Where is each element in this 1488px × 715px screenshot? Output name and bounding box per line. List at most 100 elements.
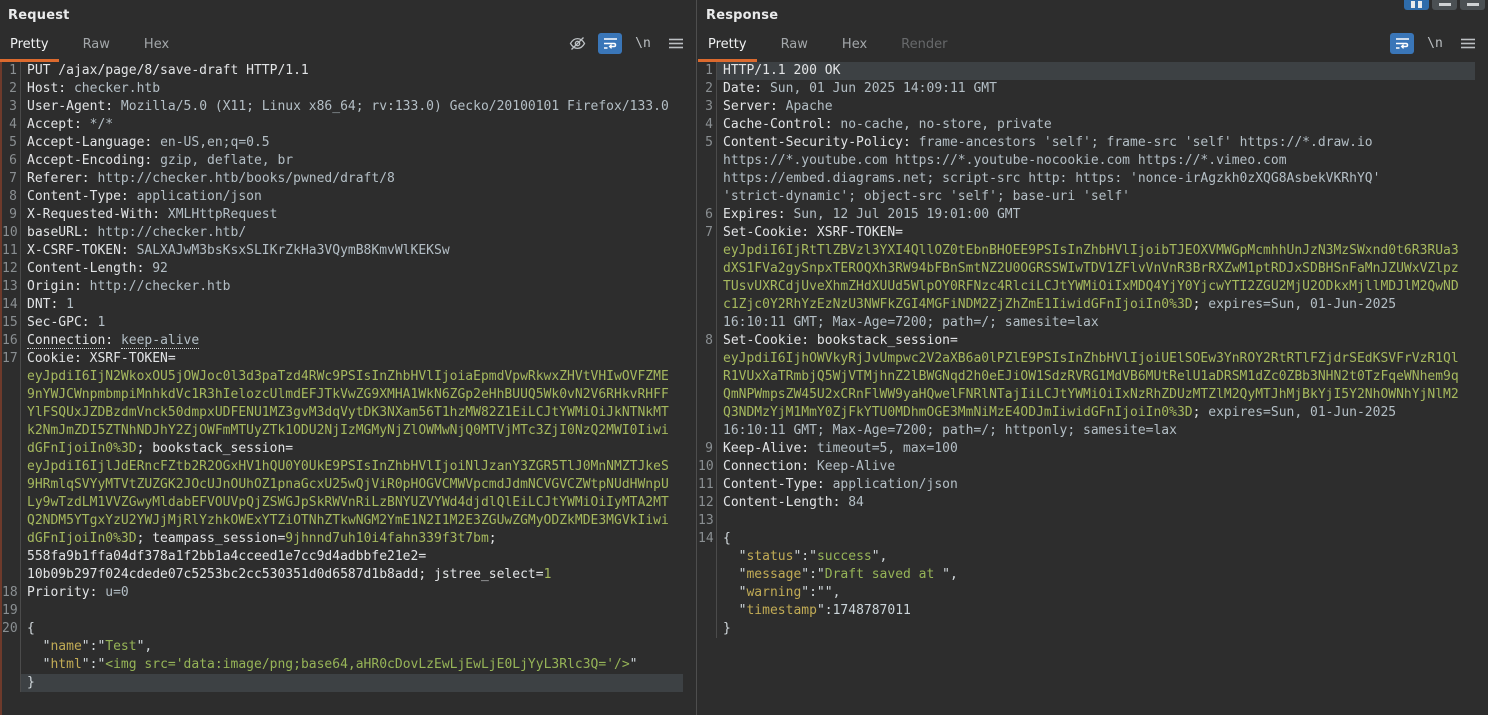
line-content: Expires: Sun, 12 Jul 2015 19:01:00 GMT [716,206,1475,224]
line-number [698,548,716,566]
request-line: 558fa9b1ffa04df378a1f2bb1a4cceed1e7cc9d4… [2,548,696,566]
line-content: eyJpdiI6IjN2WkoxOU5jOWJoc0l3d3paTzd4RWc9… [20,368,683,386]
line-number: 19 [2,602,20,620]
request-line: 10baseURL: http://checker.htb/ [2,224,696,242]
request-line: 4Accept: */* [2,116,696,134]
layout-rows-button[interactable] [1432,0,1457,10]
request-line: YlFSQUxJZDBzdmVnck50dmpxUDFENU1MZ3gvM3dq… [2,404,696,422]
newline-chars-icon[interactable]: \n [1423,33,1447,54]
response-line: 4Cache-Control: no-cache, no-store, priv… [698,116,1488,134]
line-content: User-Agent: Mozilla/5.0 (X11; Linux x86_… [20,98,683,116]
line-number [2,386,20,404]
line-content: "timestamp":1748787011 [716,602,1475,620]
request-line: Ly9wTzdLM1VVZGwyMldabEFVOUVpQjZSWGJpSkRW… [2,494,696,512]
response-line: https://embed.diagrams.net; script-src h… [698,170,1488,188]
line-number: 11 [698,476,716,494]
line-number [2,440,20,458]
line-content: 16:10:11 GMT; Max-Age=7200; path=/; http… [716,422,1475,440]
line-content: Set-Cookie: bookstack_session= [716,332,1475,350]
layout-single-button[interactable] [1460,0,1485,10]
line-content: dGFnIjoiIn0%3D; bookstack_session= [20,440,683,458]
line-number: 12 [698,494,716,512]
line-content: c1Zjc0Y2RhYzEzNzU3NWFkZGI4MGFiNDM2ZjZhZm… [716,296,1475,314]
line-number: 18 [2,584,20,602]
line-number [2,476,20,494]
tab-pretty-response[interactable]: Pretty [698,31,757,62]
request-line: } [2,674,696,692]
line-number: 9 [2,206,20,224]
request-toolbar: \n [565,33,688,54]
response-line: 1HTTP/1.1 200 OK [698,62,1488,80]
response-line: c1Zjc0Y2RhYzEzNzU3NWFkZGI4MGFiNDM2ZjZhZm… [698,296,1488,314]
line-content: { [716,530,1475,548]
line-content: Cookie: XSRF-TOKEN= [20,350,683,368]
request-line: Q2NDM5YTgxYzU2YWJjMjRlYzhkOWExYTZiOTNhZT… [2,512,696,530]
tab-hex-request[interactable]: Hex [134,31,179,62]
response-editor[interactable]: 1HTTP/1.1 200 OK2Date: Sun, 01 Jun 2025 … [698,62,1488,715]
line-content: X-Requested-With: XMLHttpRequest [20,206,683,224]
editor-menu-icon[interactable] [1456,33,1480,54]
line-content: https://embed.diagrams.net; script-src h… [716,170,1475,188]
editor-menu-icon[interactable] [664,33,688,54]
line-number: 5 [698,134,716,152]
line-number [2,674,20,692]
request-line: 14DNT: 1 [2,296,696,314]
response-panel: Response PrettyRawHexRender \n 1HTTP/1.1… [698,0,1488,715]
wrap-lines-icon[interactable] [598,33,622,54]
response-line: eyJpdiI6IjRtTlZBVzl3YXI4QllOZ0tEbnBHOEE9… [698,242,1488,260]
line-content: 9nYWJCWnpmbmpiMnhkdVc1R3hIelozcUlmdEFJTk… [20,386,683,404]
tab-raw-response[interactable]: Raw [771,31,818,62]
line-content: Content-Length: 92 [20,260,683,278]
line-number [698,260,716,278]
line-number: 13 [698,512,716,530]
line-content: "status":"success", [716,548,1475,566]
line-content: Origin: http://checker.htb [20,278,683,296]
tab-hex-response[interactable]: Hex [832,31,877,62]
hide-highlights-icon[interactable] [565,33,589,54]
line-number [2,512,20,530]
line-content: { [20,620,683,638]
request-line: eyJpdiI6IjlJdERncFZtb2R2OGxHV1hQU0Y0UkE9… [2,458,696,476]
line-content: Accept: */* [20,116,683,134]
line-content: eyJpdiI6IjRtTlZBVzl3YXI4QllOZ0tEbnBHOEE9… [716,242,1475,260]
request-line: 9X-Requested-With: XMLHttpRequest [2,206,696,224]
line-content: "warning":"", [716,584,1475,602]
line-number: 20 [2,620,20,638]
tab-pretty-request[interactable]: Pretty [0,31,59,62]
line-content: baseURL: http://checker.htb/ [20,224,683,242]
request-line: 6Accept-Encoding: gzip, deflate, br [2,152,696,170]
response-line: 9Keep-Alive: timeout=5, max=100 [698,440,1488,458]
request-title: Request [0,0,696,23]
line-content: Content-Type: application/json [716,476,1475,494]
line-content: Connection: Keep-Alive [716,458,1475,476]
line-content: DNT: 1 [20,296,683,314]
line-number: 6 [698,206,716,224]
line-number: 8 [698,332,716,350]
newline-chars-icon[interactable]: \n [631,33,655,54]
line-content: Cache-Control: no-cache, no-store, priva… [716,116,1475,134]
response-line: eyJpdiI6IjhOWVkyRjJvUmpwc2V2aXB6a0lPZlE9… [698,350,1488,368]
response-line: dXS1FVa2gySnpxTEROQXh3RW94bFBnSmtNZ2U0OG… [698,260,1488,278]
line-number [2,638,20,656]
line-number: 14 [698,530,716,548]
line-content: "name":"Test", [20,638,683,656]
request-line: 5Accept-Language: en-US,en;q=0.5 [2,134,696,152]
layout-columns-button[interactable] [1404,0,1429,10]
line-content: 9HRmlqSVYyMTVtZUZGK2JOcUJnOUhOZ1pnaGcxU2… [20,476,683,494]
tab-raw-request[interactable]: Raw [73,31,120,62]
line-content: eyJpdiI6IjhOWVkyRjJvUmpwc2V2aXB6a0lPZlE9… [716,350,1475,368]
line-content: 10b09b297f024cdede07c5253bc2cc530351d0d6… [20,566,683,584]
line-content: Date: Sun, 01 Jun 2025 14:09:11 GMT [716,80,1475,98]
response-line: R1VUxXaTRmbjQ5WjVTMjhnZ2lBWGNqd2h0eEJiOW… [698,368,1488,386]
request-line: k2NmJmZDI5ZTNhNDJhY2ZjOWFmMTUyZTk1ODU2Nj… [2,422,696,440]
line-content: Host: checker.htb [20,80,683,98]
wrap-lines-icon[interactable] [1390,33,1414,54]
line-number: 2 [698,80,716,98]
line-content: dXS1FVa2gySnpxTEROQXh3RW94bFBnSmtNZ2U0OG… [716,260,1475,278]
request-editor[interactable]: 1PUT /ajax/page/8/save-draft HTTP/1.12Ho… [0,62,696,715]
line-number [698,278,716,296]
line-number [2,530,20,548]
line-number: 13 [2,278,20,296]
line-content: https://*.youtube.com https://*.youtube-… [716,152,1475,170]
line-number: 1 [2,62,20,80]
